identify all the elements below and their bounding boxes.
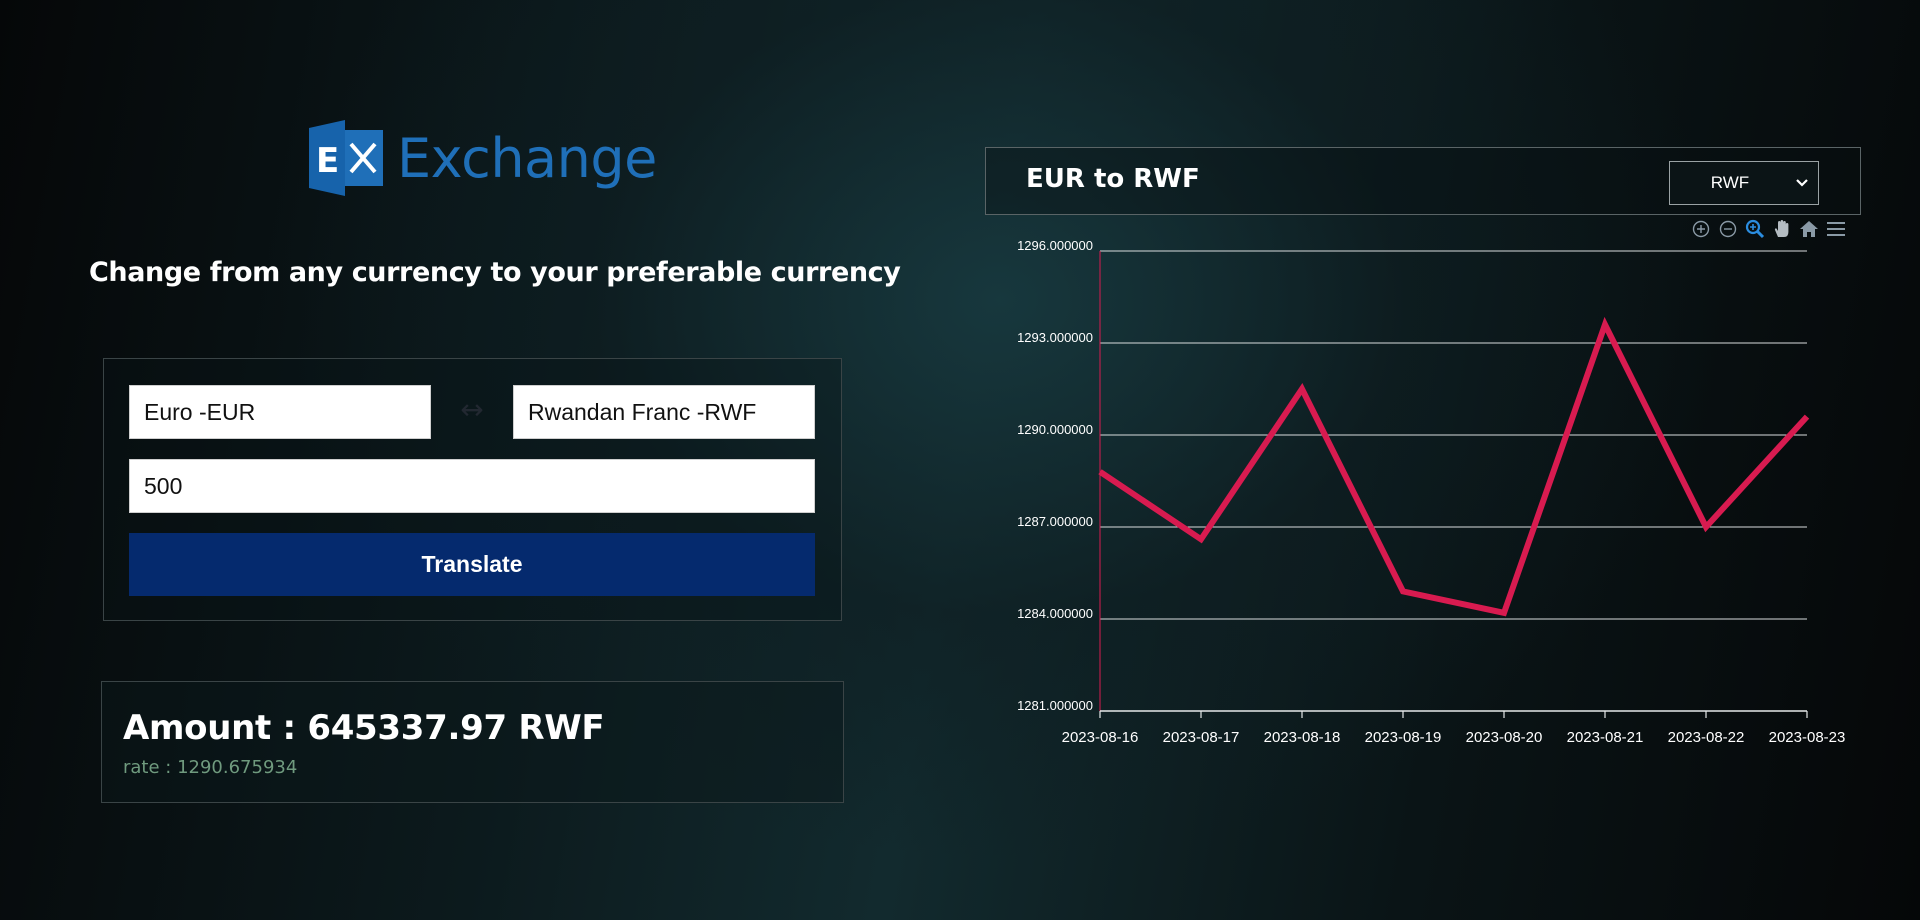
x-tick-label: 2023-08-19 <box>1365 729 1442 746</box>
y-tick-label: 1284.000000 <box>1017 606 1093 621</box>
chart-grid <box>1100 250 1807 712</box>
x-tick-label: 2023-08-18 <box>1264 729 1341 746</box>
x-tick-label: 2023-08-17 <box>1163 729 1240 746</box>
series-line <box>1098 316 1810 617</box>
y-tick-label: 1293.000000 <box>1017 330 1093 345</box>
data-point[interactable] <box>1297 384 1307 394</box>
x-tick-label: 2023-08-21 <box>1567 729 1644 746</box>
x-tick-label: 2023-08-23 <box>1769 729 1846 746</box>
x-tick-label: 2023-08-22 <box>1668 729 1745 746</box>
x-axis: 2023-08-16 2023-08-17 2023-08-18 2023-08-19… <box>1062 251 1846 746</box>
data-point[interactable] <box>1701 522 1711 532</box>
data-point[interactable] <box>1499 608 1509 618</box>
y-tick-label: 1296.000000 <box>1017 238 1093 253</box>
data-point[interactable] <box>1398 586 1408 596</box>
y-tick-label: 1281.000000 <box>1017 698 1093 713</box>
y-tick-label: 1290.000000 <box>1017 422 1093 437</box>
data-point[interactable] <box>1196 534 1206 544</box>
series-layer <box>1095 316 1812 618</box>
exchange-rate-chart: 1281.000000 1284.000000 1287.000000 1290.00… <box>1017 238 1846 746</box>
x-tick-label: 2023-08-16 <box>1062 729 1139 746</box>
y-tick-label: 1287.000000 <box>1017 514 1093 529</box>
y-axis-ticks: 1281.000000 1284.000000 1287.000000 1290.00… <box>1017 238 1093 713</box>
x-tick-label: 2023-08-20 <box>1466 729 1543 746</box>
data-point[interactable] <box>1095 467 1105 477</box>
data-point[interactable] <box>1802 412 1812 422</box>
data-point[interactable] <box>1600 320 1610 330</box>
